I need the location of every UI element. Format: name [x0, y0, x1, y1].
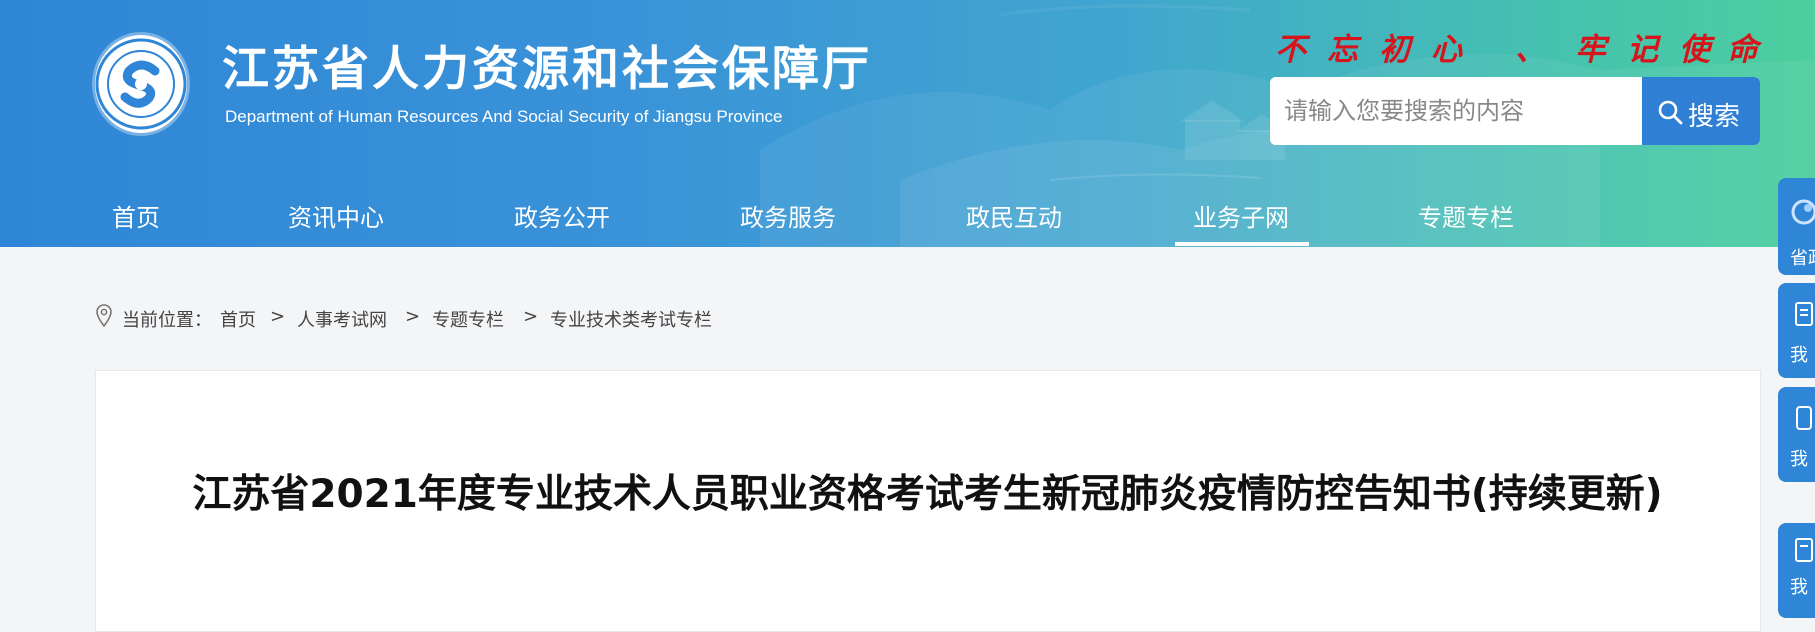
search-box: 搜索: [1270, 77, 1760, 145]
breadcrumb-separator: >: [405, 306, 421, 327]
service-icon: [1791, 199, 1815, 225]
breadcrumb-item-current[interactable]: 专业技术类考试专栏: [550, 306, 712, 332]
side-tab-label: 我: [1790, 577, 1808, 598]
phone-icon: [1796, 406, 1812, 430]
nav-item-news[interactable]: 资讯中心: [288, 198, 384, 233]
side-tab-1[interactable]: 我: [1778, 283, 1815, 378]
document-icon: [1795, 302, 1813, 326]
slogan-char: 牢: [1575, 32, 1606, 68]
breadcrumb-item-topics[interactable]: 专题专栏: [432, 306, 504, 332]
breadcrumb-separator: >: [523, 306, 539, 327]
site-header: 江苏省人力资源和社会保障厅 Department of Human Resour…: [0, 0, 1815, 247]
site-title: 江苏省人力资源和社会保障厅: [222, 42, 872, 97]
search-icon: [1658, 100, 1683, 125]
nav-active-indicator: [1175, 242, 1309, 246]
nav-item-home[interactable]: 首页: [112, 198, 160, 233]
slogan-char: 使: [1679, 32, 1710, 68]
nav-item-interaction[interactable]: 政民互动: [966, 198, 1062, 233]
slogan-char: 不: [1275, 32, 1306, 68]
breadcrumb-item-exam-site[interactable]: 人事考试网: [297, 306, 387, 332]
slogan-char: 忘: [1327, 32, 1358, 68]
search-button-label: 搜索: [1688, 102, 1741, 132]
slogan: 不 忘 初 心 、 牢 记 使 命: [1275, 24, 1758, 68]
side-tab-label: 我: [1790, 449, 1808, 470]
site-subtitle: Department of Human Resources And Social…: [225, 107, 783, 126]
list-icon: [1795, 538, 1813, 562]
slogan-char: 心: [1431, 32, 1462, 68]
location-pin-icon: [96, 304, 112, 328]
site-logo[interactable]: [95, 35, 187, 133]
search-input[interactable]: [1270, 77, 1642, 145]
slogan-char: 命: [1727, 32, 1758, 68]
breadcrumb-item-home[interactable]: 首页: [220, 306, 256, 332]
emblem-icon: [95, 38, 187, 130]
side-tab-province-gov[interactable]: 省政: [1778, 178, 1815, 275]
breadcrumb-separator: >: [270, 306, 286, 327]
side-tab-label: 省政: [1790, 248, 1815, 269]
slogan-char: 记: [1627, 32, 1658, 68]
article-title: 江苏省2021年度专业技术人员职业资格考试考生新冠肺炎疫情防控告知书(持续更新): [192, 472, 1663, 517]
nav-item-special-topics[interactable]: 专题专栏: [1418, 198, 1514, 233]
side-tab-2[interactable]: 我: [1778, 387, 1815, 482]
nav-item-gov-services[interactable]: 政务服务: [740, 198, 836, 233]
side-tab-3[interactable]: 我: [1778, 523, 1815, 618]
slogan-char: 、: [1515, 32, 1546, 68]
search-button[interactable]: 搜索: [1642, 77, 1760, 145]
side-tab-label: 我: [1790, 345, 1808, 366]
slogan-char: 初: [1379, 32, 1410, 68]
nav-item-business-subnet[interactable]: 业务子网: [1193, 198, 1289, 233]
nav-item-gov-affairs-open[interactable]: 政务公开: [514, 198, 610, 233]
breadcrumb-prefix: 当前位置：: [122, 310, 212, 331]
